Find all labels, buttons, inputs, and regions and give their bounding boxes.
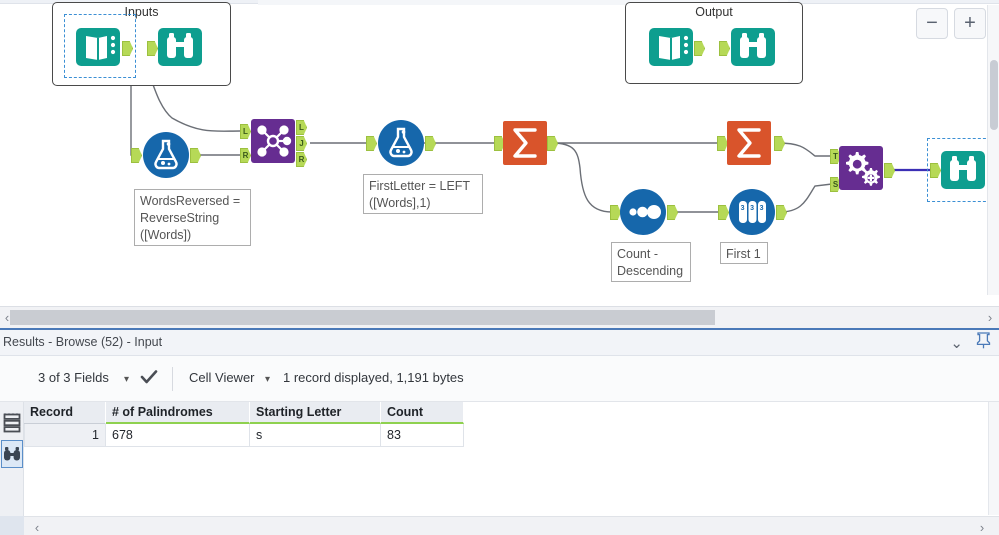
tool-browse-inputs[interactable] (157, 24, 203, 70)
sigma-icon (727, 121, 771, 165)
fields-count-label[interactable]: 3 of 3 Fields (38, 370, 109, 385)
tool-browse-final[interactable] (940, 147, 986, 193)
cell-starting-letter[interactable]: s (250, 424, 381, 447)
binoculars-icon (4, 447, 20, 461)
annotation-formula-1: WordsReversed = ReverseString ([Words]) (134, 189, 251, 246)
results-horizontal-scrollbar[interactable]: ‹ › (24, 516, 999, 535)
binoculars-icon (158, 28, 202, 66)
tool-summarize-2[interactable] (727, 121, 771, 165)
tool-browse-output[interactable] (730, 24, 776, 70)
pin-icon[interactable] (976, 332, 991, 354)
svg-text:3: 3 (741, 205, 745, 212)
grid-header-starting-letter[interactable]: Starting Letter (250, 402, 381, 424)
container-output-title: Output (695, 5, 733, 19)
alteryx-designer-window: Inputs Output WordsReversed = ReverseStr… (0, 0, 999, 535)
drag-grip-icon[interactable] (3, 404, 21, 415)
tool-output-data[interactable] (648, 24, 694, 70)
join-nodes-icon (251, 119, 295, 163)
grid-header-palindromes[interactable]: # of Palindromes (106, 402, 250, 424)
results-panel-title: Results - Browse (52) - Input (3, 335, 163, 349)
toolbar-separator-1 (172, 367, 173, 391)
gears-icon (839, 146, 883, 190)
grid-header-count[interactable]: Count (381, 402, 464, 424)
cell-viewer-label[interactable]: Cell Viewer (189, 370, 255, 385)
tool-join[interactable] (251, 119, 295, 163)
flask-icon (378, 120, 424, 166)
results-data-grid[interactable]: Record # of Palindromes Starting Letter … (24, 402, 999, 515)
anchor-join-output-right[interactable] (296, 152, 307, 167)
results-scroll-right-arrow[interactable]: › (975, 519, 989, 535)
anchor-join-input-right[interactable] (240, 148, 251, 163)
canvas-vertical-scroll-thumb[interactable] (990, 60, 998, 130)
binoculars-icon (731, 28, 775, 66)
zoom-out-button[interactable]: − (916, 8, 948, 39)
record-info-label: 1 record displayed, 1,191 bytes (283, 370, 464, 385)
anchor-summarize2-output[interactable] (774, 136, 785, 151)
cell-viewer-caret[interactable]: ▾ (265, 374, 270, 385)
results-vertical-scrollbar[interactable] (988, 402, 999, 516)
anchor-formula2-input[interactable] (366, 136, 377, 151)
table-rows-icon (3, 413, 21, 433)
anchor-join-output-join[interactable] (296, 136, 307, 151)
canvas-vertical-scrollbar[interactable] (987, 5, 999, 295)
check-icon[interactable] (140, 368, 158, 391)
anchor-join-input-left[interactable] (240, 124, 251, 139)
anchor-sort-output[interactable] (667, 205, 678, 220)
test-tubes-icon: 3 3 3 (729, 189, 775, 235)
sigma-icon (503, 121, 547, 165)
canvas-horizontal-scrollbar[interactable]: ‹ › (0, 306, 999, 328)
flask-icon (143, 132, 189, 178)
tool-summarize-1[interactable] (503, 121, 547, 165)
chevron-down-icon[interactable]: ⌄ (950, 334, 963, 352)
canvas-horizontal-scroll-thumb[interactable] (10, 310, 715, 325)
annotation-sample: First 1 (720, 242, 768, 264)
tool-sort[interactable] (619, 188, 667, 236)
cell-palindromes[interactable]: 678 (106, 424, 250, 447)
results-scroll-left-arrow[interactable]: ‹ (30, 519, 44, 535)
book-icon (76, 28, 120, 66)
anchor-summarize1-output[interactable] (547, 136, 558, 151)
svg-text:3: 3 (760, 205, 764, 212)
tool-input-data[interactable] (75, 24, 121, 70)
canvas-scroll-right-arrow[interactable]: › (983, 309, 997, 326)
anchor-formula1-input[interactable] (131, 148, 142, 163)
grid-header-record[interactable]: Record (24, 402, 106, 424)
results-side-tab-browse[interactable] (1, 440, 23, 468)
circles-icon (620, 189, 666, 235)
anchor-formula1-output[interactable] (190, 148, 201, 163)
results-side-tab-table[interactable] (1, 410, 23, 438)
zoom-in-button[interactable]: + (954, 8, 986, 39)
cell-record: 1 (24, 424, 106, 447)
anchor-append-output[interactable] (884, 163, 895, 178)
tool-formula-1[interactable] (142, 131, 190, 179)
tool-formula-2[interactable] (377, 119, 425, 167)
workflow-canvas[interactable]: Inputs Output WordsReversed = ReverseStr… (0, 0, 999, 306)
annotation-formula-2: FirstLetter = LEFT ([Words],1) (363, 174, 483, 214)
results-footer-left-block (0, 516, 24, 535)
results-toolbar: 3 of 3 Fields ▾ Cell Viewer ▾ 1 record d… (0, 356, 999, 402)
tool-append-fields[interactable] (839, 146, 883, 190)
cell-count[interactable]: 83 (381, 424, 464, 447)
anchor-join-output-left[interactable] (296, 120, 307, 135)
annotation-sort: Count - Descending (611, 242, 691, 282)
book-icon (649, 28, 693, 66)
svg-text:3: 3 (750, 205, 754, 212)
pin-glyph (976, 332, 991, 349)
binoculars-icon (941, 151, 985, 189)
fields-dropdown-caret[interactable]: ▾ (124, 374, 129, 385)
anchor-sample-output[interactable] (776, 205, 787, 220)
tool-sample[interactable]: 3 3 3 (728, 188, 776, 236)
results-panel-header: Results - Browse (52) - Input ⌄ (0, 330, 999, 356)
check-glyph (140, 370, 158, 384)
anchor-formula2-output[interactable] (425, 136, 436, 151)
results-panel: Results - Browse (52) - Input ⌄ 3 of 3 F… (0, 328, 999, 535)
